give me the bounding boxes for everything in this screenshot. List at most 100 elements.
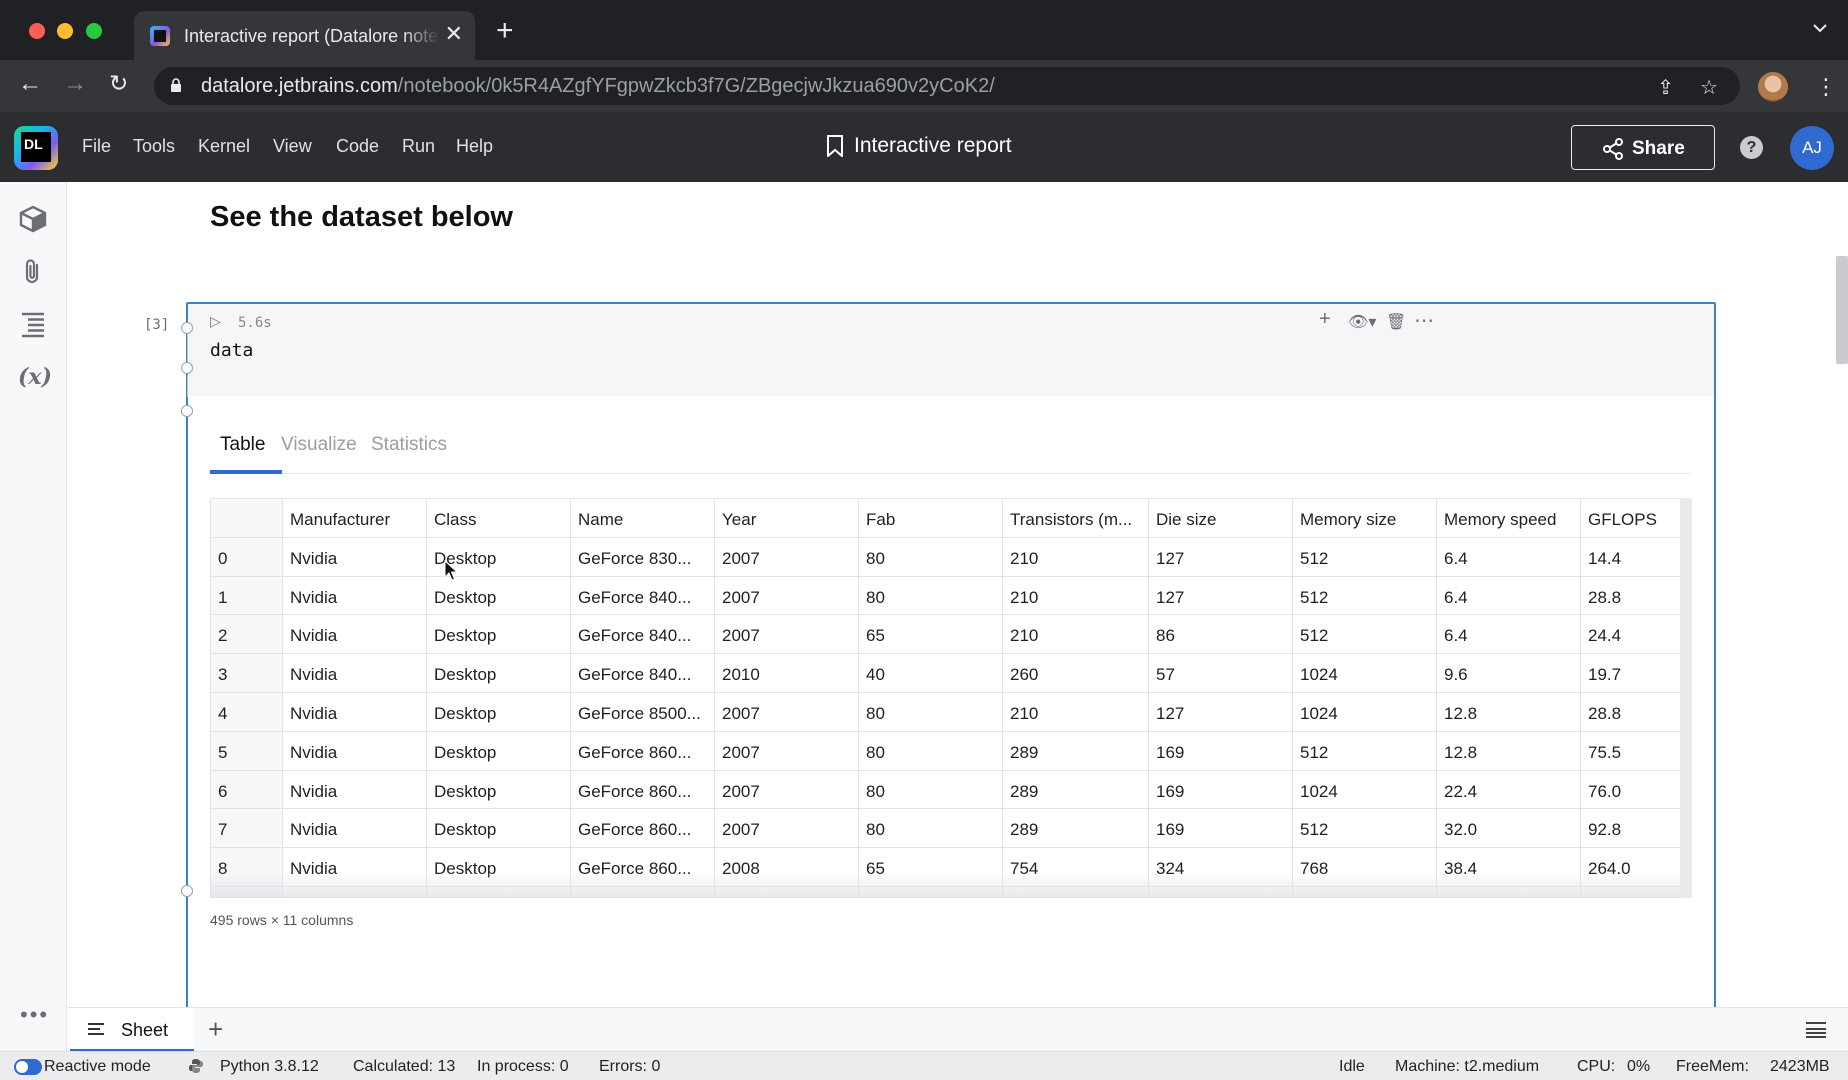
data-table[interactable]: Manufacturer Class Name Year Fab Transistors … (210, 498, 1692, 898)
code-text[interactable]: data (210, 340, 253, 361)
menu-tools[interactable]: Tools (133, 136, 175, 157)
code-editor[interactable] (188, 304, 1714, 396)
forward-arrow-icon[interactable]: → (63, 72, 87, 96)
row-index: 8 (211, 848, 283, 887)
table-cell: Desktop (427, 848, 571, 887)
table-cell: Nvidia (283, 731, 427, 771)
table-cell: 22.4 (1437, 770, 1581, 810)
column-header[interactable]: GFLOPS (1581, 499, 1691, 538)
table-cell: 640 (1293, 886, 1437, 897)
help-icon[interactable]: ? (1740, 136, 1763, 159)
share-button[interactable]: Share (1571, 125, 1715, 170)
bookmark-icon (827, 135, 843, 157)
index-header[interactable] (211, 499, 283, 538)
column-header[interactable]: Class (427, 499, 571, 538)
address-bar[interactable]: datalore.jetbrains.com/notebook/0k5R4AZg… (154, 67, 1740, 105)
notebook-content: See the dataset below [3] ▷ 5.6s data 👁▾… (68, 182, 1848, 1051)
table-cell: Nvidia (283, 576, 427, 616)
browser-tab-strip: Interactive report (Datalore notebook) ✕… (0, 0, 1848, 60)
reactive-mode-toggle[interactable] (14, 1059, 42, 1075)
browser-menu-icon[interactable]: ⋮ (1815, 74, 1837, 100)
table-cell: 2007 (715, 615, 859, 655)
reload-icon[interactable]: ↻ (109, 72, 128, 95)
visibility-eye-icon[interactable]: 👁▾ (1348, 312, 1376, 332)
table-cell: 324 (1149, 848, 1293, 887)
table-cell: 80 (859, 809, 1003, 849)
notebook-title[interactable]: Interactive report (854, 134, 1012, 158)
menu-code[interactable]: Code (336, 136, 379, 157)
window-minimize-button[interactable] (57, 23, 73, 39)
window-zoom-button[interactable] (86, 23, 102, 39)
cell-more-icon[interactable]: ⋯ (1414, 308, 1435, 333)
share-page-icon[interactable]: ⇪ (1657, 75, 1674, 100)
column-header[interactable]: Memory speed (1437, 499, 1581, 538)
left-sidebar: (x) ••• (0, 182, 67, 1051)
back-arrow-icon[interactable]: ← (18, 72, 42, 96)
tab-table[interactable]: Table (220, 434, 265, 456)
more-icon[interactable]: ••• (20, 1002, 49, 1028)
sheets-list-icon[interactable] (1806, 1022, 1826, 1038)
delete-cell-icon[interactable]: 🗑 (1386, 312, 1406, 332)
tab-visualize[interactable]: Visualize (281, 434, 357, 456)
column-header[interactable]: Fab (859, 499, 1003, 538)
table-cell: Nvidia (283, 886, 427, 897)
table-cell: 28.8 (1581, 692, 1691, 732)
table-cell: 289 (1003, 770, 1149, 810)
table-cell: 210 (1003, 615, 1149, 655)
browser-tab[interactable]: Interactive report (Datalore notebook) ✕ (134, 11, 475, 60)
attachment-icon[interactable] (18, 257, 48, 287)
machine-type[interactable]: Machine: t2.medium (1395, 1058, 1539, 1076)
execution-time: 5.6s (238, 315, 272, 331)
column-header[interactable]: Die size (1149, 499, 1293, 538)
column-header[interactable]: Transistors (m... (1003, 499, 1149, 538)
menu-kernel[interactable]: Kernel (198, 136, 250, 157)
column-header[interactable]: Memory size (1293, 499, 1437, 538)
table-cell: 65 (859, 848, 1003, 887)
run-cell-icon[interactable]: ▷ (210, 313, 221, 330)
collapse-code-marker[interactable] (181, 322, 193, 334)
table-cell: 2007 (715, 809, 859, 849)
tab-statistics[interactable]: Statistics (371, 434, 447, 456)
bookmark-star-icon[interactable]: ☆ (1700, 75, 1718, 100)
table-cell: 127 (1149, 537, 1293, 577)
table-cell: GeForce 880... (571, 886, 715, 897)
datalore-logo[interactable]: DL (14, 126, 58, 170)
add-sheet-icon[interactable]: + (208, 1014, 223, 1045)
row-index: 6 (211, 770, 283, 810)
outline-icon[interactable] (18, 310, 48, 340)
freemem-value: 2423MB (1770, 1058, 1830, 1075)
collapse-output-marker[interactable] (181, 405, 193, 417)
row-index: 7 (211, 809, 283, 849)
browser-profile-avatar[interactable] (1758, 72, 1788, 102)
python-version[interactable]: Python 3.8.12 (220, 1058, 319, 1076)
table-cell: 12.8 (1437, 692, 1581, 732)
menu-view[interactable]: View (273, 136, 312, 157)
table-cell: 9.6 (1437, 654, 1581, 693)
table-scrollbar[interactable] (1680, 498, 1692, 898)
table-cell: 65 (859, 615, 1003, 655)
menu-file[interactable]: File (82, 136, 111, 157)
tab-close-icon[interactable]: ✕ (445, 21, 463, 47)
new-tab-icon[interactable]: + (496, 16, 514, 46)
menu-help[interactable]: Help (456, 136, 493, 157)
cube-icon[interactable] (18, 204, 48, 234)
menu-run[interactable]: Run (402, 136, 435, 157)
errors-count: Errors: 0 (599, 1058, 661, 1075)
add-cell-icon[interactable]: + (1319, 308, 1331, 331)
table-cell: 169 (1149, 731, 1293, 771)
table-cell: 2010 (715, 654, 859, 693)
sheet-tab[interactable]: Sheet (70, 1008, 194, 1052)
table-cell: Nvidia (283, 654, 427, 693)
collapse-output-marker[interactable] (181, 885, 193, 897)
table-cell: 289 (1003, 809, 1149, 849)
column-header[interactable]: Manufacturer (283, 499, 427, 538)
variables-icon[interactable]: (x) (18, 364, 52, 394)
column-header[interactable]: Year (715, 499, 859, 538)
tab-search-chevron-icon[interactable] (1812, 22, 1828, 34)
user-avatar[interactable]: AJ (1790, 126, 1834, 170)
column-header[interactable]: Name (571, 499, 715, 538)
table-cell: 76.0 (1581, 770, 1691, 810)
notebook-scrollbar[interactable] (1836, 256, 1848, 364)
window-close-button[interactable] (29, 23, 45, 39)
collapse-code-marker[interactable] (181, 362, 193, 374)
